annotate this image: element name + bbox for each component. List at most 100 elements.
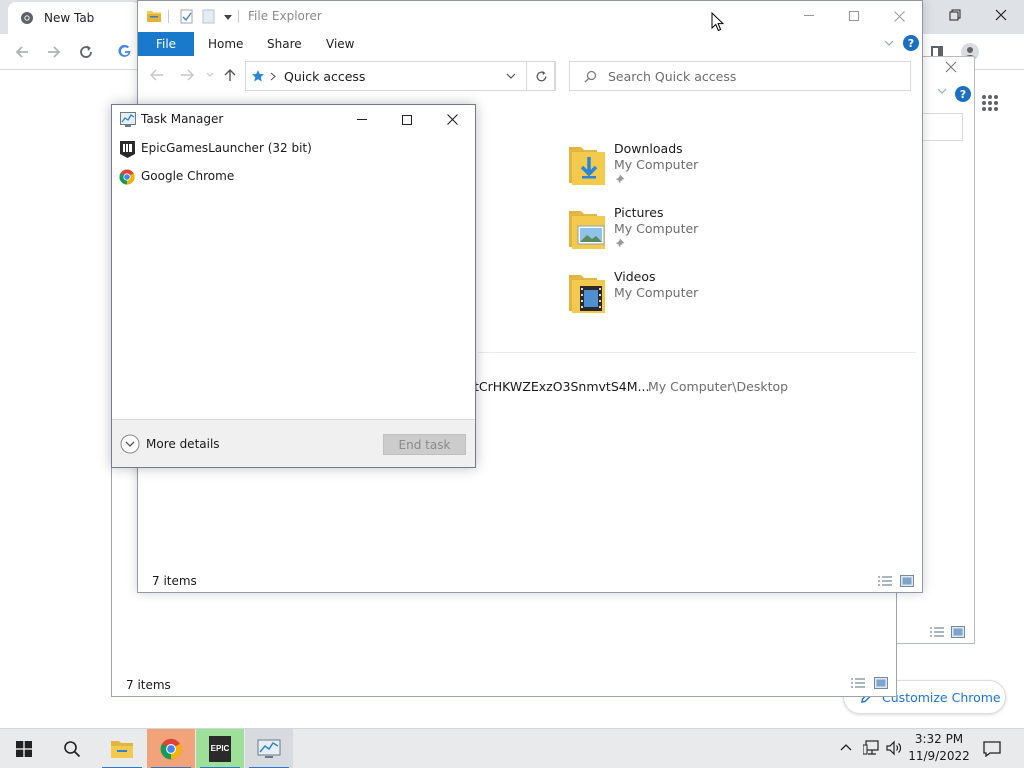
close-icon xyxy=(446,114,458,125)
minimize-icon xyxy=(804,15,814,17)
task-manager-footer: More details End task xyxy=(112,419,475,467)
window-title: Task Manager xyxy=(141,112,224,126)
section-divider xyxy=(478,352,916,353)
restore-icon xyxy=(949,9,961,21)
chrome-icon xyxy=(119,169,135,185)
quick-access-toolbar-dropdown-icon[interactable] xyxy=(224,13,232,21)
folder-item-downloads[interactable]: Downloads My Computer xyxy=(567,141,867,197)
folder-item-videos[interactable]: Videos My Computer xyxy=(567,269,867,325)
large-icons-view-icon[interactable] xyxy=(874,677,888,689)
close-button[interactable] xyxy=(876,1,922,31)
properties-quick-icon[interactable] xyxy=(180,9,194,24)
more-details-chevron-icon[interactable] xyxy=(120,434,140,454)
task-manager-app-icon xyxy=(120,112,136,127)
status-item-count: 7 items xyxy=(152,574,197,588)
refresh-button[interactable] xyxy=(526,61,556,91)
google-apps-grid-icon[interactable] xyxy=(981,94,999,112)
minimize-icon xyxy=(357,118,367,121)
ribbon-tab-view[interactable]: View xyxy=(326,37,354,51)
help-icon[interactable]: ? xyxy=(903,35,919,51)
reload-icon[interactable] xyxy=(78,44,94,60)
pin-icon xyxy=(615,238,625,248)
maximize-button[interactable] xyxy=(384,105,430,134)
folder-name: Downloads xyxy=(614,141,683,156)
up-arrow-icon[interactable] xyxy=(224,68,236,82)
process-row-epic-games[interactable]: EpicGamesLauncher (32 bit) xyxy=(112,136,475,162)
epic-games-icon xyxy=(120,141,135,158)
show-hidden-icons-chevron-icon[interactable] xyxy=(840,743,852,751)
forward-arrow-icon[interactable] xyxy=(46,44,62,60)
window-title: File Explorer xyxy=(248,9,322,23)
close-button[interactable] xyxy=(429,105,475,134)
large-icons-view-icon[interactable] xyxy=(900,575,914,587)
recent-file-path: My Computer\Desktop xyxy=(648,379,789,394)
ribbon-tab-share[interactable]: Share xyxy=(267,37,302,51)
file-explorer-icon xyxy=(110,739,134,759)
folder-item-pictures[interactable]: Pictures My Computer xyxy=(567,205,867,261)
svg-text:?: ? xyxy=(960,88,966,101)
taskbar: EPIC 3:32 PM 11/9/2022 xyxy=(0,728,1024,768)
start-button[interactable] xyxy=(0,729,48,768)
close-icon[interactable] xyxy=(945,61,957,73)
maximize-button[interactable] xyxy=(831,1,877,31)
chevron-down-icon[interactable] xyxy=(937,87,947,95)
process-row-google-chrome[interactable]: Google Chrome xyxy=(112,164,475,190)
taskbar-google-chrome[interactable] xyxy=(147,729,195,768)
details-view-icon[interactable] xyxy=(929,626,945,638)
minimize-button[interactable] xyxy=(786,1,832,31)
ribbon-tab-home[interactable]: Home xyxy=(208,37,243,51)
downloads-folder-icon xyxy=(567,143,607,187)
end-task-button[interactable]: End task xyxy=(383,434,466,455)
quick-access-star-icon xyxy=(251,69,265,83)
taskbar-task-manager[interactable] xyxy=(245,729,293,768)
help-icon[interactable]: ? xyxy=(955,86,971,102)
taskbar-epic-games[interactable]: EPIC xyxy=(196,729,244,768)
clock-date[interactable]: 11/9/2022 xyxy=(908,749,970,763)
folder-name: Videos xyxy=(614,269,656,284)
breadcrumb-separator-icon xyxy=(270,72,276,81)
address-bar[interactable]: Quick access xyxy=(245,61,555,91)
process-name: Google Chrome xyxy=(141,169,235,183)
forward-arrow-icon[interactable] xyxy=(180,69,194,81)
search-box[interactable]: Search Quick access xyxy=(569,61,911,91)
pin-icon xyxy=(615,174,625,184)
pictures-folder-icon xyxy=(567,207,607,251)
address-history-chevron-icon[interactable] xyxy=(506,73,516,80)
chrome-close-button[interactable] xyxy=(978,0,1024,30)
file-explorer-app-icon xyxy=(146,8,162,24)
notifications-icon[interactable] xyxy=(983,741,1001,757)
minimize-button[interactable] xyxy=(339,105,385,134)
clock-time[interactable]: 3:32 PM xyxy=(908,732,970,746)
customize-chrome-label: Customize Chrome xyxy=(882,690,1001,705)
details-view-icon[interactable] xyxy=(850,677,866,689)
chrome-tab-new-tab[interactable]: New Tab xyxy=(8,2,140,34)
ribbon-expand-chevron-icon[interactable] xyxy=(884,40,894,47)
ribbon-tab-file[interactable]: File xyxy=(138,32,194,56)
videos-folder-icon xyxy=(567,271,607,315)
volume-icon[interactable] xyxy=(886,740,902,756)
chrome-tab-title: New Tab xyxy=(44,11,95,25)
folder-location: My Computer xyxy=(614,285,699,300)
folder-name: Pictures xyxy=(614,205,664,220)
search-icon xyxy=(63,740,81,758)
back-arrow-icon[interactable] xyxy=(150,69,164,81)
network-icon[interactable] xyxy=(863,740,881,756)
more-details-link[interactable]: More details xyxy=(146,437,220,451)
chrome-restore-button[interactable] xyxy=(932,0,978,30)
mouse-cursor-icon xyxy=(711,12,725,33)
details-view-icon[interactable] xyxy=(877,575,893,587)
recent-locations-chevron-icon[interactable] xyxy=(206,72,214,78)
new-folder-quick-icon[interactable] xyxy=(202,9,216,24)
title-separator xyxy=(168,10,169,23)
recent-file-name[interactable]: tCrHKWZExzO3SnmvtS4M... xyxy=(474,379,649,394)
taskbar-file-explorer[interactable] xyxy=(98,729,146,768)
search-placeholder: Search Quick access xyxy=(608,69,737,84)
close-icon xyxy=(893,10,905,22)
search-icon xyxy=(584,70,597,83)
chrome-tab-favicon-icon xyxy=(20,11,34,25)
epic-games-icon: EPIC xyxy=(209,736,231,762)
search-button[interactable] xyxy=(48,729,96,768)
large-icons-view-icon[interactable] xyxy=(951,626,965,638)
back-arrow-icon[interactable] xyxy=(14,44,30,60)
address-breadcrumb[interactable]: Quick access xyxy=(284,69,365,84)
